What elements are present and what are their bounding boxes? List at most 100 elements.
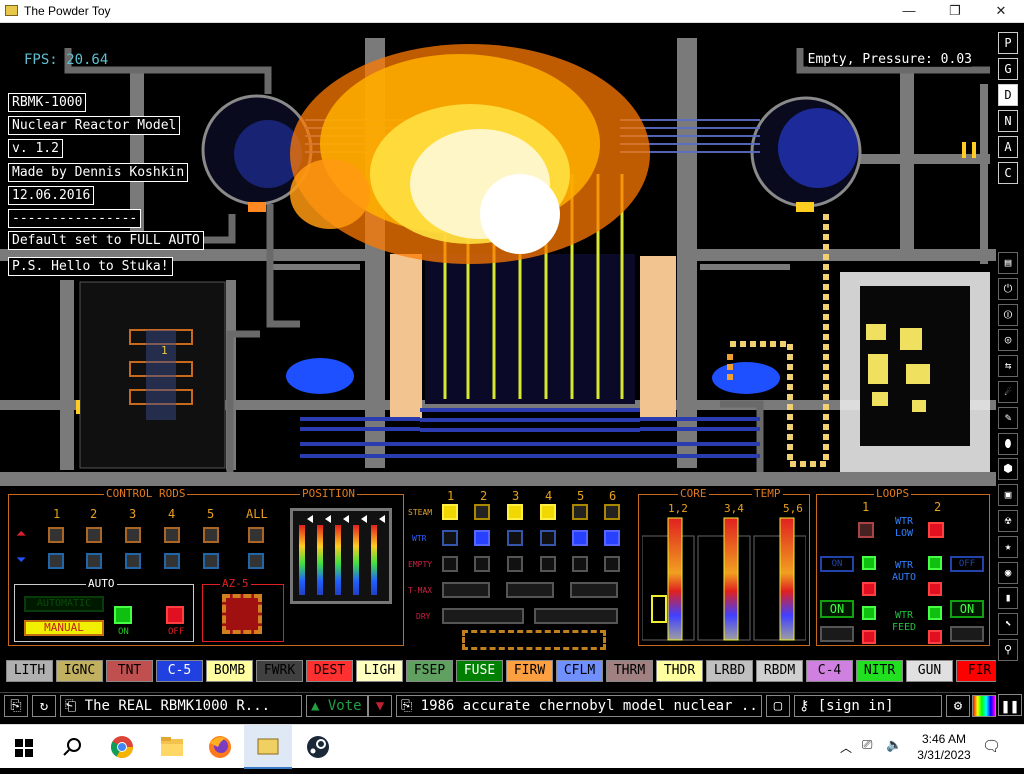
- wall-icon[interactable]: ▤: [998, 252, 1018, 274]
- rod-all-up-button[interactable]: [248, 527, 264, 543]
- az5-button[interactable]: [222, 594, 262, 634]
- search-icon[interactable]: [48, 725, 96, 769]
- element-button-bomb[interactable]: BOMB: [206, 660, 253, 682]
- loop-2-pump-b[interactable]: [928, 582, 942, 596]
- file-explorer-icon[interactable]: [148, 725, 196, 769]
- pause-button[interactable]: ❚❚: [998, 694, 1022, 716]
- special-icon[interactable]: ▣: [998, 484, 1018, 507]
- loop-2-on-button[interactable]: ON: [950, 600, 984, 618]
- solid-icon[interactable]: ✎: [998, 406, 1018, 429]
- menu-p-button[interactable]: P: [998, 32, 1018, 54]
- radioactive-icon[interactable]: ☢: [998, 510, 1018, 532]
- settings-icon[interactable]: ⚙: [946, 695, 970, 717]
- sensor-icon[interactable]: ⏼: [998, 303, 1018, 326]
- element-button-fsep[interactable]: FSEP: [406, 660, 453, 682]
- display-mode-icon[interactable]: [972, 695, 996, 717]
- life-icon[interactable]: ◉: [998, 561, 1018, 584]
- menu-c-button[interactable]: C: [998, 162, 1018, 184]
- powder-toy-taskbar-icon[interactable]: [244, 725, 292, 769]
- manual-button[interactable]: MANUAL: [24, 620, 104, 636]
- element-button-lith[interactable]: LITH: [6, 660, 53, 682]
- open-save-icon[interactable]: ⎘: [4, 695, 28, 717]
- description-field[interactable]: ⎘ 1986 accurate chernobyl model nuclear …: [396, 695, 762, 717]
- force-icon[interactable]: ◎: [998, 329, 1018, 352]
- search-icon[interactable]: ⚲: [998, 639, 1018, 661]
- loop-1-pump-c[interactable]: [862, 606, 876, 620]
- tools-icon[interactable]: ⬉: [998, 613, 1018, 636]
- menu-a-button[interactable]: A: [998, 136, 1018, 158]
- maximize-button[interactable]: ❐: [932, 0, 978, 23]
- close-button[interactable]: ✕: [978, 0, 1024, 23]
- rod-1-down-button[interactable]: [48, 553, 64, 569]
- power-icon[interactable]: ⏻: [998, 277, 1018, 300]
- element-button-ignc[interactable]: IGNC: [56, 660, 103, 682]
- element-button-fuse[interactable]: FUSE: [456, 660, 503, 682]
- rod-2-up-button[interactable]: [86, 527, 102, 543]
- element-button-tnt[interactable]: TNT: [106, 660, 153, 682]
- sign-in-button[interactable]: ⚷ [sign in]: [794, 695, 942, 717]
- element-button-c4[interactable]: C-4: [806, 660, 853, 682]
- element-button-rbdm[interactable]: RBDM: [756, 660, 803, 682]
- element-button-nitr[interactable]: NITR: [856, 660, 903, 682]
- liquid-icon[interactable]: ⬮: [998, 432, 1018, 455]
- menu-g-button[interactable]: G: [998, 58, 1018, 80]
- volume-icon[interactable]: 🔈: [886, 737, 902, 753]
- loop-2-off-small[interactable]: OFF: [950, 556, 984, 572]
- element-button-ligh[interactable]: LIGH: [356, 660, 403, 682]
- loop-1-off-button[interactable]: [820, 626, 854, 642]
- loop-2-pump-c[interactable]: [928, 606, 942, 620]
- simulation-canvas[interactable]: 1 FPS: 20.64 Empty, Pressure: 0.03 RBMK-…: [0, 24, 996, 486]
- loop-2-pump-d[interactable]: [928, 630, 942, 644]
- rod-4-down-button[interactable]: [164, 553, 180, 569]
- element-button-firw[interactable]: FIRW: [506, 660, 553, 682]
- powder-icon[interactable]: ⬢: [998, 458, 1018, 481]
- vote-up-button[interactable]: ▲ Vote: [306, 695, 368, 717]
- start-button[interactable]: [0, 725, 48, 769]
- loop-2-off-button[interactable]: [950, 626, 984, 642]
- loop-1-on-small[interactable]: ON: [820, 556, 854, 572]
- vote-down-button[interactable]: ▼: [368, 695, 392, 717]
- taskbar-clock[interactable]: 3:46 AM 3/31/2023: [912, 731, 976, 763]
- auto-on-button[interactable]: [114, 606, 132, 624]
- rod-1-up-button[interactable]: [48, 527, 64, 543]
- element-button-dest[interactable]: DEST: [306, 660, 353, 682]
- rod-3-down-button[interactable]: [125, 553, 141, 569]
- bookmark-icon[interactable]: ▮: [998, 587, 1018, 610]
- reload-icon[interactable]: ↻: [32, 695, 56, 717]
- rod-all-down-button[interactable]: [248, 553, 264, 569]
- loop-1-pump-a[interactable]: [862, 556, 876, 570]
- menu-d-button[interactable]: D: [998, 84, 1018, 106]
- element-button-c5[interactable]: C-5: [156, 660, 203, 682]
- loop-1-pump-d[interactable]: [862, 630, 876, 644]
- loop-1-on-button[interactable]: ON: [820, 600, 854, 618]
- new-simulation-icon[interactable]: ▢: [766, 695, 790, 717]
- element-button-gun[interactable]: GUN: [906, 660, 953, 682]
- save-title-button[interactable]: ⎗ The REAL RBMK1000 R...: [60, 695, 302, 717]
- steam-icon[interactable]: [294, 725, 342, 769]
- firefox-icon[interactable]: [196, 725, 244, 769]
- loop-1-pump-b[interactable]: [862, 582, 876, 596]
- rod-3-up-button[interactable]: [125, 527, 141, 543]
- chrome-icon[interactable]: [98, 725, 146, 769]
- notifications-icon[interactable]: 🗨: [982, 737, 1001, 755]
- explosive-icon[interactable]: ⇆: [998, 355, 1018, 378]
- auto-off-button[interactable]: [166, 606, 184, 624]
- rod-5-up-button[interactable]: [203, 527, 219, 543]
- minimize-button[interactable]: —: [886, 0, 932, 23]
- show-hidden-icons[interactable]: ︿: [840, 739, 852, 756]
- rod-5-down-button[interactable]: [203, 553, 219, 569]
- automatic-button[interactable]: AUTOMATIC: [24, 596, 104, 612]
- rod-2-down-button[interactable]: [86, 553, 102, 569]
- element-button-cflm[interactable]: CFLM: [556, 660, 603, 682]
- gas-icon[interactable]: ☄: [998, 381, 1018, 403]
- loop-2-pump-a[interactable]: [928, 556, 942, 570]
- element-button-lrbd[interactable]: LRBD: [706, 660, 753, 682]
- star-icon[interactable]: ★: [998, 535, 1018, 558]
- network-icon[interactable]: ⎚: [862, 737, 872, 753]
- element-button-thdr[interactable]: THDR: [656, 660, 703, 682]
- menu-n-button[interactable]: N: [998, 110, 1018, 132]
- element-button-thrm[interactable]: THRM: [606, 660, 653, 682]
- rod-4-up-button[interactable]: [164, 527, 180, 543]
- reactor-control-panel[interactable]: CONTROL RODS POSITION 1 2 3 4 5 ALL ⏶ ⏷: [0, 486, 996, 656]
- element-button-fwrk[interactable]: FWRK: [256, 660, 303, 682]
